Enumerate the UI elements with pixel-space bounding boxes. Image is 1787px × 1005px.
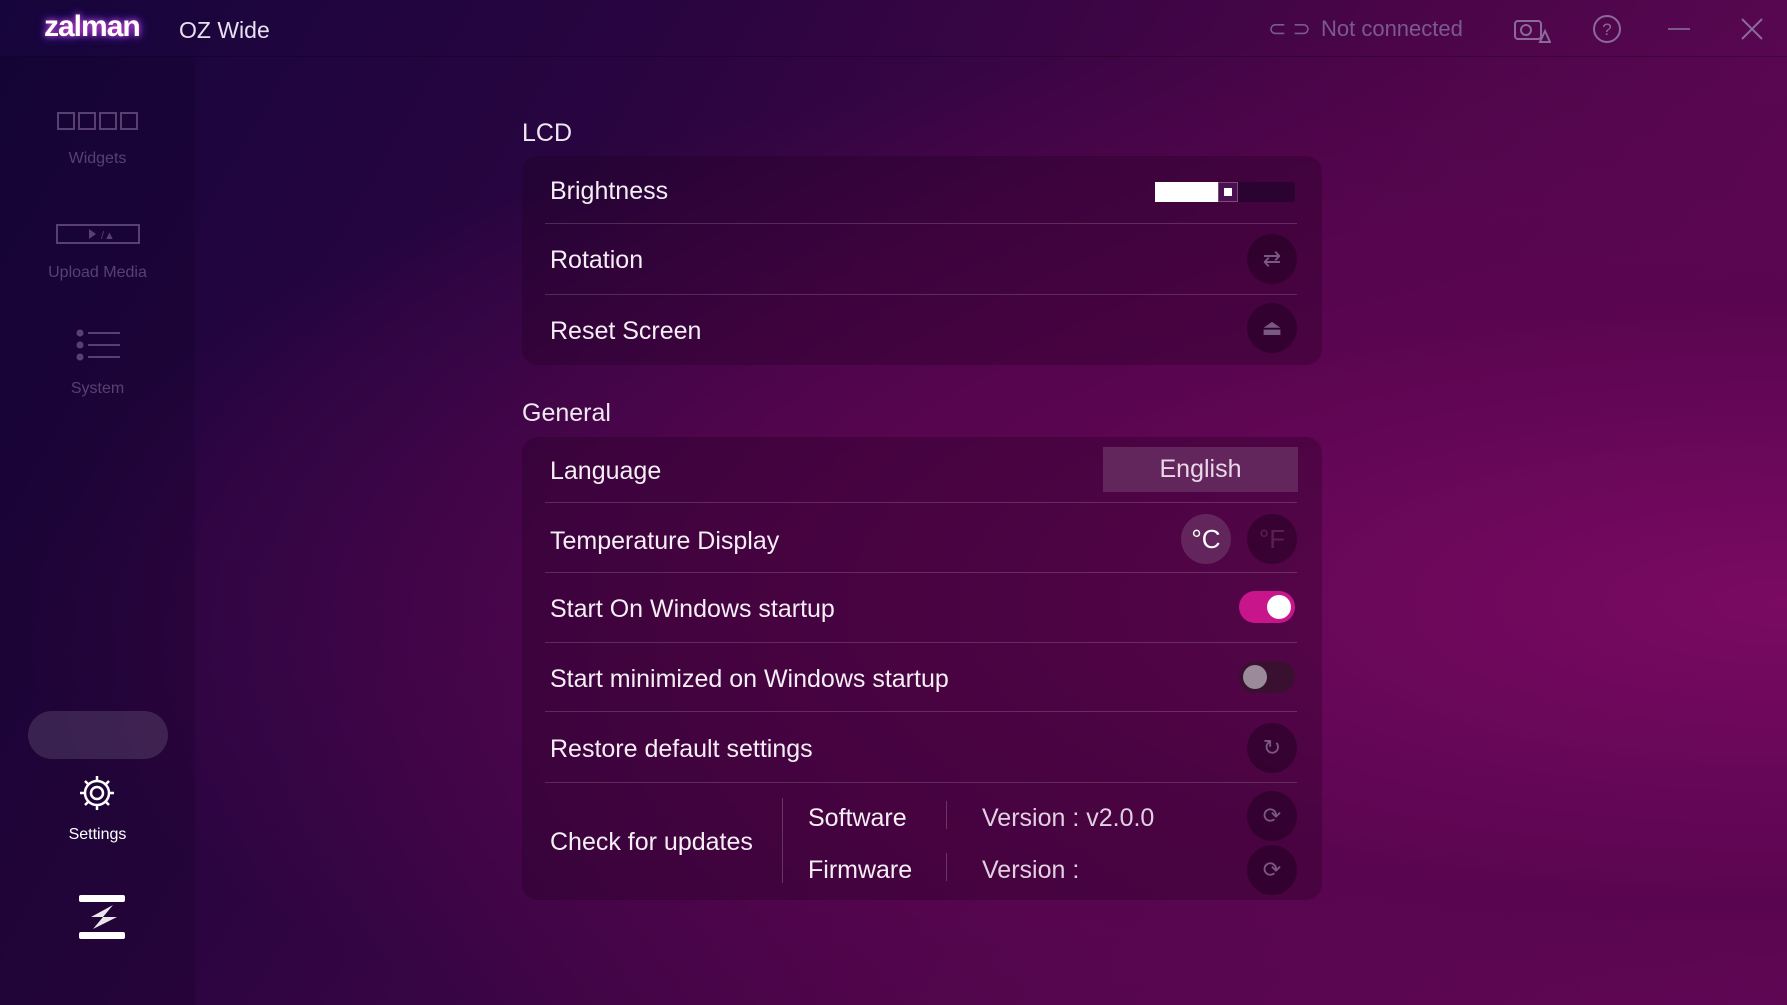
check-updates-label: Check for updates — [550, 828, 753, 856]
check-updates-row: Check for updates Software Version : v2.… — [545, 783, 1297, 900]
close-icon[interactable] — [1740, 17, 1764, 46]
help-icon[interactable]: ? — [1592, 14, 1622, 49]
sidebar-label: System — [70, 380, 125, 397]
start-on-startup-toggle[interactable] — [1239, 591, 1295, 623]
rotate-icon: ⇄ — [1262, 246, 1282, 271]
zalman-logo: zalman — [44, 10, 141, 43]
app-title: OZ Wide — [179, 17, 270, 43]
upload-media-icon: /▲ — [0, 223, 195, 250]
firmware-label: Firmware — [808, 856, 913, 884]
refresh-icon: ↻ — [1262, 735, 1282, 760]
sidebar-item-widgets[interactable]: Widgets — [0, 111, 195, 168]
sync-icon: ⟳ — [1262, 857, 1282, 882]
software-version: Version : v2.0.0 — [982, 804, 1155, 832]
gear-icon — [77, 773, 117, 818]
divider — [946, 801, 947, 829]
language-label: Language — [550, 457, 662, 485]
sidebar-label-settings: Settings — [68, 826, 127, 843]
sidebar-label: Widgets — [68, 150, 127, 167]
connection-status: ⊂ ⊃ Not connected — [1268, 16, 1463, 42]
divider — [946, 853, 947, 881]
zalman-z-logo — [77, 893, 127, 946]
link-icon: ⊂ ⊃ — [1268, 16, 1311, 41]
svg-text:?: ? — [1602, 20, 1611, 39]
sync-icon: ⟳ — [1262, 803, 1282, 828]
rotation-button[interactable]: ⇄ — [1247, 234, 1297, 284]
start-minimized-toggle[interactable] — [1239, 661, 1295, 693]
brightness-fill — [1155, 182, 1218, 202]
minimize-icon[interactable] — [1668, 28, 1690, 30]
brightness-row: Brightness — [545, 156, 1297, 224]
start-on-startup-row: Start On Windows startup — [545, 573, 1297, 643]
start-minimized-row: Start minimized on Windows startup — [545, 643, 1297, 712]
restore-defaults-label: Restore default settings — [550, 735, 813, 763]
check-software-update-button[interactable]: ⟳ — [1247, 791, 1297, 841]
status-text: Not connected — [1320, 16, 1463, 41]
fahrenheit-button[interactable]: °F — [1247, 514, 1297, 564]
lcd-heading: LCD — [522, 119, 573, 147]
reset-screen-label: Reset Screen — [550, 317, 702, 345]
system-list-icon — [0, 329, 195, 366]
sidebar-item-upload-media[interactable]: /▲ Upload Media — [0, 223, 195, 282]
rotation-label: Rotation — [550, 246, 644, 274]
temperature-label: Temperature Display — [550, 527, 780, 555]
brightness-slider[interactable] — [1155, 182, 1295, 202]
reset-screen-button[interactable]: ⏏ — [1247, 303, 1297, 353]
temperature-row: Temperature Display °C °F — [545, 503, 1297, 573]
divider — [782, 798, 783, 883]
svg-text:/▲: /▲ — [101, 230, 115, 242]
sidebar-label: Upload Media — [48, 264, 147, 281]
brightness-label: Brightness — [550, 177, 669, 205]
screen-flash-icon: ⏏ — [1261, 315, 1283, 340]
check-firmware-update-button[interactable]: ⟳ — [1247, 845, 1297, 895]
firmware-version: Version : — [982, 856, 1080, 884]
widgets-icon — [0, 111, 195, 136]
sidebar — [0, 57, 195, 1005]
brightness-thumb[interactable] — [1218, 182, 1238, 202]
software-label: Software — [808, 804, 907, 832]
general-heading: General — [522, 399, 611, 427]
language-row: Language English — [545, 437, 1298, 503]
restore-defaults-button[interactable]: ↻ — [1247, 723, 1297, 773]
sidebar-item-settings[interactable] — [28, 711, 168, 759]
language-select[interactable]: English — [1103, 447, 1298, 492]
rotation-row: Rotation ⇄ — [545, 224, 1297, 295]
start-minimized-label: Start minimized on Windows startup — [550, 665, 949, 693]
reset-screen-row: Reset Screen ⏏ — [545, 295, 1297, 365]
start-on-startup-label: Start On Windows startup — [550, 595, 835, 623]
sidebar-item-system[interactable]: System — [0, 329, 195, 398]
restore-defaults-row: Restore default settings ↻ — [545, 712, 1297, 783]
celsius-button[interactable]: °C — [1181, 514, 1231, 564]
camera-warning-icon[interactable] — [1513, 14, 1552, 51]
